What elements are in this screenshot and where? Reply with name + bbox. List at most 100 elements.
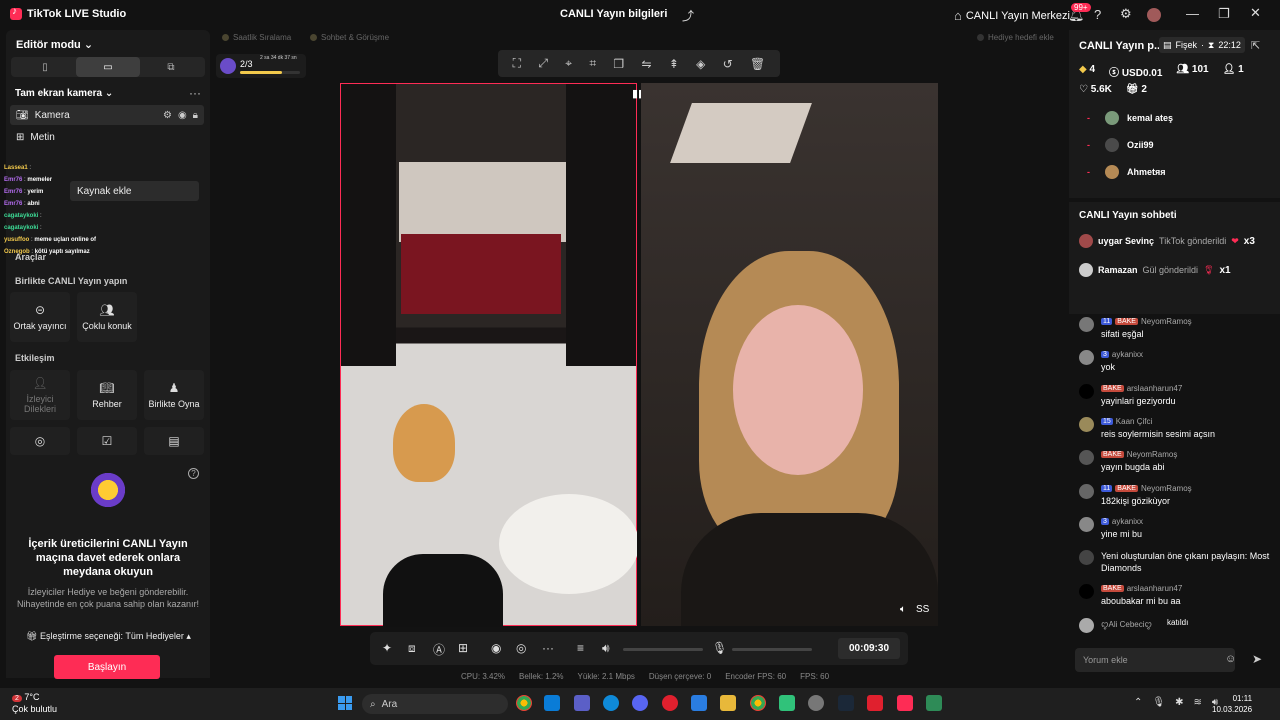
source-text[interactable]: ⊞ Metin [10, 127, 204, 147]
avatar [1079, 517, 1094, 532]
gift-goal-chip[interactable]: Hediye hedefi ekle [977, 33, 1054, 42]
dual-mode-icon[interactable]: ⧉ [139, 57, 203, 77]
source-camera[interactable]: 📷︎ Kamera ⚙ ◉ 🔒︎ [10, 105, 204, 125]
mic-tray-icon[interactable]: 🎙︎ [1152, 697, 1165, 708]
live-stat-value: 4 [1089, 64, 1096, 75]
opera-icon[interactable] [662, 695, 678, 711]
mic-volume-slider[interactable] [732, 648, 812, 651]
level-widget[interactable]: 2/3 2 sa 34 dk 37 sn [216, 54, 306, 78]
center-icon[interactable]: ⌖ [565, 56, 572, 71]
tool-button-6[interactable]: ▤ [144, 427, 204, 455]
microphone-icon[interactable]: 🎙︎ [712, 641, 727, 655]
trash-icon[interactable]: 🗑︎ [750, 57, 765, 71]
comment-input[interactable]: Yorum ekle [1075, 648, 1235, 672]
viewer-item[interactable]: - Ozii99 [1087, 138, 1154, 152]
ai-icon[interactable]: Ⓐ [433, 641, 445, 658]
chevron-up-icon[interactable]: ⌃ [1134, 697, 1142, 708]
viewer-item[interactable]: - Ahmetяя [1087, 165, 1166, 179]
mail-icon[interactable] [691, 695, 707, 711]
settings-icon[interactable]: ⚙ [163, 110, 172, 121]
wifi-icon[interactable]: ≋ [1193, 697, 1201, 708]
video-preview[interactable]: ▮▮▮ 🔈︎ SS [340, 83, 938, 627]
duplicate-icon[interactable]: ❐ [613, 57, 624, 71]
layer-up-icon[interactable]: ⇞ [669, 57, 679, 71]
popout-icon[interactable]: ⇱ [1251, 39, 1260, 52]
weather-widget[interactable]: 2 7°C Çok bulutlu [12, 692, 57, 715]
viewer-item[interactable]: - kemal ateş [1087, 111, 1173, 125]
share-icon[interactable]: ⤴ [682, 7, 694, 24]
portrait-mode-icon[interactable]: ▯ [13, 57, 77, 77]
steam-icon[interactable] [838, 695, 854, 711]
add-media-icon[interactable]: ⊞ [458, 641, 468, 655]
viewer-wishes-button[interactable]: 👤︎ İzleyici Dilekleri [10, 370, 70, 420]
magic-wand-icon[interactable]: ✦ [382, 641, 392, 655]
add-source-button[interactable]: Kaynak ekle [70, 181, 199, 201]
bluetooth-icon[interactable]: ✱ [1175, 697, 1183, 708]
calculator-icon[interactable] [926, 695, 942, 711]
folder-icon[interactable] [720, 695, 736, 711]
scene-dropdown[interactable]: Tam ekran kamera ⌄ [15, 88, 113, 99]
more-icon[interactable]: ··· [189, 86, 201, 100]
tiktok-icon[interactable] [897, 695, 913, 711]
profile-avatar[interactable] [1147, 8, 1161, 22]
landscape-mode-icon[interactable]: ▭ [76, 57, 140, 77]
fan-badge: BAKE [1101, 451, 1124, 458]
emoji-icon[interactable]: ☺ [1225, 653, 1236, 665]
play-together-button[interactable]: ♟ Birlikte Oyna [144, 370, 204, 420]
help-icon[interactable]: ? [188, 468, 199, 479]
flip-icon[interactable]: ⇋ [641, 57, 651, 71]
fit-icon[interactable]: ⛶ [513, 56, 521, 71]
tool-button-5[interactable]: ☑ [77, 427, 137, 455]
trophy-icon [222, 34, 229, 41]
app-icon[interactable] [779, 695, 795, 711]
stat-value: 1.2% [545, 672, 564, 681]
mixer-icon[interactable]: ≡ [577, 641, 584, 655]
chat-call-chip[interactable]: Sohbet & Görüşme [310, 33, 389, 42]
editor-mode-dropdown[interactable]: Editör modu ⌄ [16, 38, 93, 51]
chat-title: CANLI Yayın sohbeti [1079, 210, 1177, 221]
chrome-icon[interactable] [516, 695, 532, 711]
chrome-icon-2[interactable] [750, 695, 766, 711]
expand-icon[interactable]: ⤢ [538, 56, 548, 71]
layers-icon[interactable]: ◈ [696, 57, 705, 71]
edge-icon[interactable] [603, 695, 619, 711]
avatar [1079, 584, 1094, 599]
eye-icon[interactable]: ◉ [178, 110, 187, 121]
minimize-icon[interactable]: — [1186, 6, 1199, 21]
firework-pill[interactable]: ▤ Fişek · ⧗ 22:12 [1159, 37, 1245, 53]
crop-icon[interactable]: ⌗ [589, 56, 596, 71]
chat-messages[interactable]: 11 BAKE NeyomRamoş sifati eşğal 3 aykanixx yok… [1069, 317, 1280, 637]
gear-icon[interactable]: ⚙ [1120, 6, 1132, 22]
help-icon[interactable]: ? [1094, 7, 1101, 22]
more-icon[interactable]: ··· [542, 641, 554, 655]
speaker-volume-slider[interactable] [623, 648, 703, 651]
send-icon[interactable]: ➤ [1252, 652, 1262, 666]
taskbar-search[interactable]: ⌕ Ara [362, 694, 508, 714]
live-title[interactable]: CANLI Yayın p... [1079, 40, 1163, 52]
hourly-ranking-chip[interactable]: Saatlik Sıralama [222, 33, 291, 42]
teams-icon[interactable] [574, 695, 590, 711]
windows-start-icon[interactable] [338, 696, 352, 710]
discord-icon[interactable] [632, 695, 648, 711]
match-option-dropdown[interactable]: 🎁︎ Eşleştirme seçeneği: Tüm Hediyeler ▴ [26, 631, 191, 642]
maximize-icon[interactable]: ❐ [1218, 6, 1230, 22]
record-icon[interactable]: ◉ [491, 641, 501, 655]
store-icon[interactable] [544, 695, 560, 711]
co-host-button[interactable]: ⊝ Ortak yayıncı [10, 292, 70, 342]
lock-icon[interactable]: 🔒︎ [193, 110, 198, 121]
overlay-chat-name: Emr76 [4, 189, 23, 195]
youtube-icon[interactable] [867, 695, 883, 711]
speaker-icon[interactable]: 🔊︎ [602, 641, 610, 656]
start-button[interactable]: Başlayın [54, 655, 160, 679]
effects-icon[interactable]: ⧈ [408, 641, 416, 656]
live-center-link[interactable]: ⌂ CANLI Yayın Merkezi [954, 8, 1070, 23]
app-icon-2[interactable] [808, 695, 824, 711]
clock[interactable]: 01:11 10.03.2026 [1212, 693, 1252, 715]
close-icon[interactable]: ✕ [1250, 5, 1261, 21]
replay-icon[interactable]: ◎ [516, 641, 526, 655]
live-info-title[interactable]: CANLI Yayın bilgileri [560, 8, 667, 20]
rotate-icon[interactable]: ↺ [723, 57, 733, 71]
guide-button[interactable]: 📖︎ Rehber [77, 370, 137, 420]
multi-guest-button[interactable]: 👥︎ Çoklu konuk [77, 292, 137, 342]
tool-button-4[interactable]: ◎ [10, 427, 70, 455]
